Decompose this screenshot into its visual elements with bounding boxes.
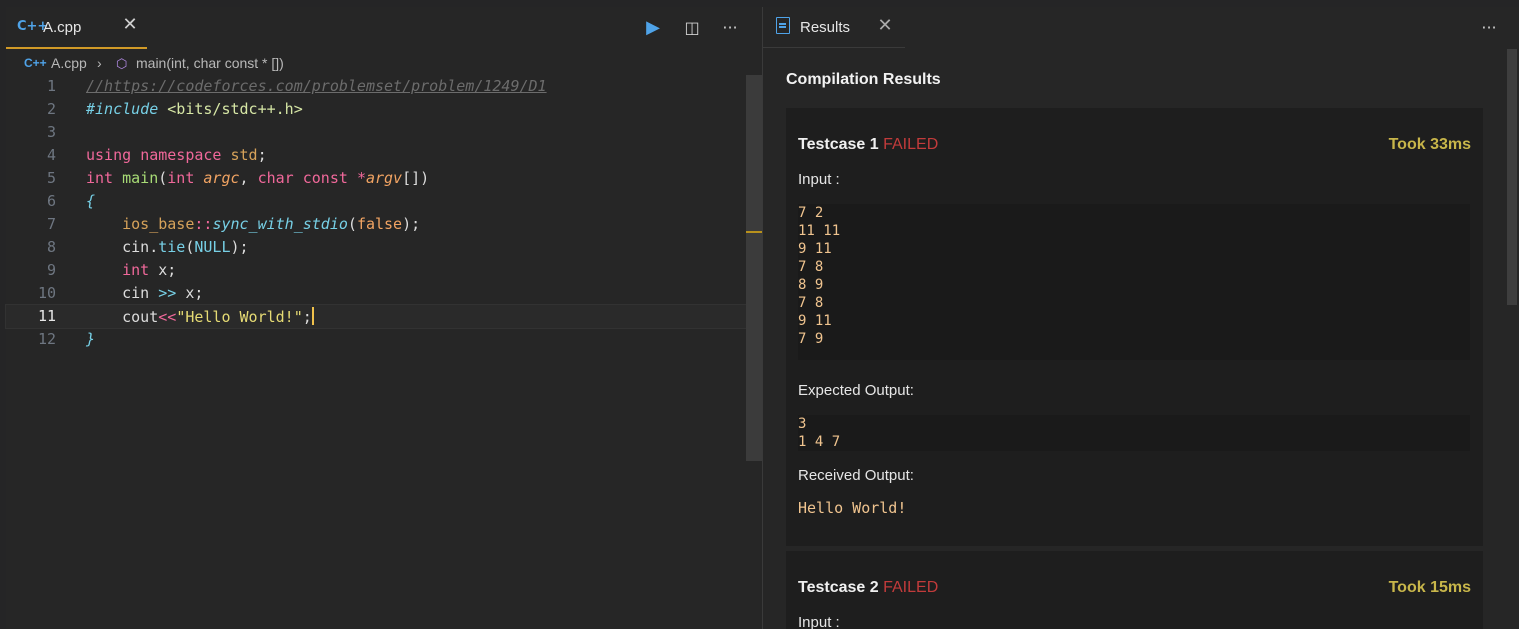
code-text: int main(int argc, char const *argv[]) (86, 169, 430, 187)
line-number: 6 (46, 192, 56, 210)
results-content: Compilation Results Testcase 1 FAILED To… (763, 49, 1519, 629)
tab-a-cpp[interactable]: C++ A.cpp ✕ (6, 7, 147, 49)
line-number: 2 (46, 100, 56, 118)
code-line: 10 cin >> x; (6, 282, 746, 305)
close-icon[interactable]: ✕ (120, 15, 140, 35)
split-editor-icon[interactable]: ◫ (681, 17, 703, 39)
chevron-right-icon: › (97, 55, 102, 71)
method-icon: ⬡ (116, 56, 128, 71)
code-text: cin >> x; (122, 284, 204, 302)
input-text: 7 2 11 11 9 11 7 8 8 9 7 8 9 11 7 9 (798, 205, 841, 347)
code-line: 6 { (6, 190, 746, 213)
code-text: //https://codeforces.com/problemset/prob… (86, 77, 547, 95)
more-actions-icon[interactable]: ··· (719, 17, 741, 39)
results-title: Compilation Results (786, 71, 941, 88)
editor-pane: C++ A.cpp ✕ ▶ ◫ ··· C++ A.cpp › ⬡ main(i… (5, 7, 762, 629)
testcase-name: Testcase 1 (798, 136, 879, 153)
run-icon[interactable]: ▶ (642, 17, 664, 39)
input-box[interactable]: 7 2 11 11 9 11 7 8 8 9 7 8 9 11 7 9 (798, 204, 1470, 360)
code-line: 9 int x; (6, 259, 746, 282)
close-icon[interactable]: ✕ (875, 16, 895, 36)
code-text: ios_base::sync_with_stdio(false); (122, 215, 421, 233)
line-number: 3 (46, 123, 56, 141)
expected-box[interactable]: 3 1 4 7 (798, 415, 1470, 451)
text-cursor (311, 307, 314, 325)
tab-results[interactable]: Results ✕ (763, 7, 905, 48)
expected-text: 3 1 4 7 (798, 416, 841, 450)
code-text: } (86, 330, 96, 348)
breadcrumb-file[interactable]: A.cpp (51, 55, 87, 71)
testcase-card: Testcase 2 FAILED Took 15ms Input : (786, 551, 1483, 629)
scrollbar-marker (746, 231, 762, 233)
testcase-card: Testcase 1 FAILED Took 33ms Input : 7 2 … (786, 108, 1483, 546)
code-line: 5 int main(int argc, char const *argv[]) (6, 167, 746, 190)
code-line: 12 } (6, 328, 746, 351)
code-text: cout<<"Hello World!"; (122, 307, 314, 326)
code-line: 2 #include <bits/stdc++.h> (6, 98, 746, 121)
code-text: cin.tie(NULL); (122, 238, 249, 256)
line-number: 5 (46, 169, 56, 187)
tab-label: A.cpp (43, 19, 82, 36)
testcase-header: Testcase 1 FAILED (798, 136, 938, 154)
line-number: 8 (46, 238, 56, 256)
editor-scrollbar[interactable] (746, 75, 762, 461)
code-text: { (86, 192, 96, 210)
line-number: 10 (37, 284, 56, 302)
file-icon (776, 17, 790, 34)
tab-label: Results (800, 19, 851, 36)
testcase-header: Testcase 2 FAILED (798, 579, 938, 597)
code-text: #include <bits/stdc++.h> (86, 100, 303, 118)
code-line: 8 cin.tie(NULL); (6, 236, 746, 259)
status-badge: FAILED (883, 579, 939, 596)
line-number: 7 (46, 215, 56, 233)
status-badge: FAILED (883, 136, 939, 153)
results-pane: Results ✕ ··· Compilation Results Testca… (763, 7, 1519, 629)
code-text: using namespace std; (86, 146, 267, 164)
received-text: Hello World! (798, 499, 907, 517)
more-actions-icon[interactable]: ··· (1478, 17, 1500, 39)
code-line: 3 (6, 121, 746, 144)
testcase-time: Took 15ms (1388, 579, 1471, 596)
code-text: int x; (122, 261, 177, 279)
code-line: 7 ios_base::sync_with_stdio(false); (6, 213, 746, 236)
line-number: 1 (46, 77, 56, 95)
expected-label: Expected Output: (798, 382, 914, 399)
line-number: 9 (46, 261, 56, 279)
results-scrollbar[interactable] (1507, 49, 1517, 305)
line-number: 12 (37, 330, 56, 348)
code-editor[interactable]: 1 //https://codeforces.com/problemset/pr… (5, 75, 747, 629)
code-line-active: 11 cout<<"Hello World!"; (5, 304, 747, 329)
cpp-icon: C++ (24, 56, 47, 70)
input-label: Input : (798, 171, 840, 188)
input-label: Input : (798, 614, 840, 629)
breadcrumb-symbol[interactable]: main(int, char const * []) (136, 55, 284, 71)
code-line: 4 using namespace std; (6, 144, 746, 167)
editor-tabbar: C++ A.cpp ✕ ▶ ◫ ··· (6, 7, 762, 49)
testcase-name: Testcase 2 (798, 579, 879, 596)
testcase-time: Took 33ms (1388, 136, 1471, 153)
received-label: Received Output: (798, 467, 914, 484)
vscode-window: C++ A.cpp ✕ ▶ ◫ ··· C++ A.cpp › ⬡ main(i… (0, 0, 1519, 629)
code-line: 1 //https://codeforces.com/problemset/pr… (6, 75, 746, 98)
line-number: 11 (37, 307, 56, 325)
line-number: 4 (46, 146, 56, 164)
